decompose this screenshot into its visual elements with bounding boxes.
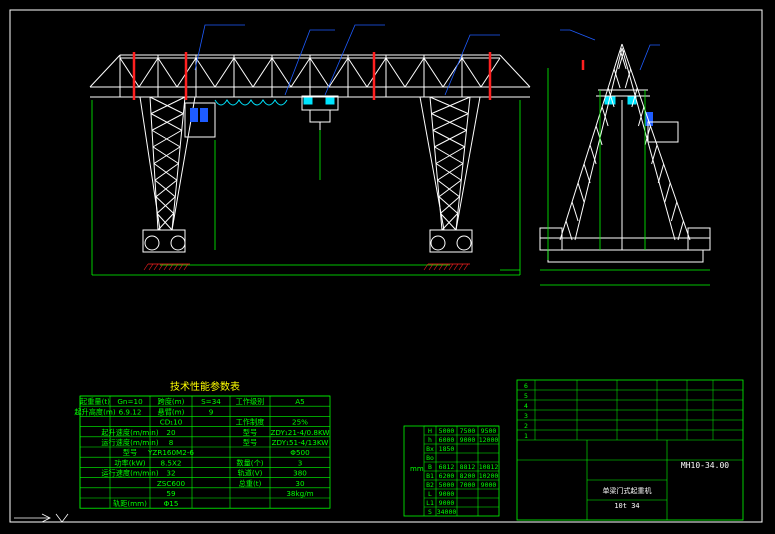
dimension-table: mmH 5000 7500 9500h 6000 9000 12000Bx 1850BoB 68… (403, 425, 500, 517)
spec-table-cell: 8 (169, 438, 174, 447)
parts-row-number: 4 (524, 402, 528, 410)
leader-lines (194, 24, 660, 96)
spec-table-cell: 59 (166, 489, 176, 498)
drawing-spec: 10t 34 (614, 502, 639, 510)
dim-table-cell: H (428, 427, 432, 435)
spec-table-cell: 6.9.12 (119, 407, 142, 416)
dim-table-cell: 8200 (460, 472, 476, 480)
dim-table-cell: h (428, 436, 432, 444)
spec-table-title: 技术性能参数表 (170, 380, 240, 393)
dim-table-cell: 10200 (479, 472, 499, 480)
spec-table-cell: 起升高度(m) (74, 407, 116, 416)
spec-table-cell: 工作制度 (236, 418, 265, 427)
dim-table-cell: 12000 (479, 436, 499, 444)
spec-table-cell: 25% (292, 418, 308, 427)
spec-table-cell: 38kg/m (286, 489, 313, 498)
spec-table-cell: 8.5X2 (161, 458, 182, 467)
dim-table-cell: 6812 (439, 463, 455, 471)
spec-table-cell: S=34 (201, 397, 221, 406)
side-elevation (539, 43, 711, 263)
dim-table-cell: Bo (426, 454, 434, 462)
title-block: 6 5 4 3 2 1 MH10-34.00 单梁门式起重机 10t 34 (516, 379, 744, 521)
dim-table-cell: 5000 (439, 481, 455, 489)
spec-table-cell: CD₁10 (160, 418, 183, 427)
dim-table-cell: 9000 (460, 436, 476, 444)
dim-table-cell: 9000 (439, 499, 455, 507)
dim-table-cell: 10812 (479, 463, 499, 471)
spec-table-cell: 悬臂(m) (158, 407, 185, 416)
spec-table-cell: A5 (295, 397, 305, 406)
dim-table-cell: Bx (426, 445, 434, 453)
dim-table-cell: 5000 (439, 427, 455, 435)
drawing-name: 单梁门式起重机 (603, 486, 652, 495)
dim-table-cell: 7000 (460, 481, 476, 489)
parts-row-number: 3 (524, 412, 528, 420)
dim-table-cell: 8812 (460, 463, 476, 471)
dim-table-cell: 1850 (439, 445, 455, 453)
spec-table-cell: 3 (298, 458, 303, 467)
ucs-marker (14, 513, 69, 523)
dim-table-cell: B (428, 463, 432, 471)
parts-row-number: 5 (524, 392, 528, 400)
spec-table-cell: YZR160M2-6 (147, 448, 194, 457)
spec-table-cell: 功率(kW) (114, 458, 145, 467)
spec-table-cell: Φ500 (290, 448, 310, 457)
parts-row-number: 6 (524, 382, 528, 390)
spec-table-cell: Gn=10 (117, 397, 143, 406)
spec-table-cell: 380 (293, 469, 307, 478)
spec-table-cell: 数量(个) (236, 458, 263, 467)
dim-table-cell: 7500 (460, 427, 476, 435)
side-dimensions (540, 68, 710, 286)
spec-table-cell: 轨道(V) (238, 469, 263, 478)
spec-table: 技术性能参数表起重量(t) Gn=10 跨度(m) S=34 工作级别 A5 起升高度(m)… (74, 380, 331, 509)
red-markers (132, 52, 585, 100)
spec-table-cell: 32 (166, 469, 175, 478)
spec-table-cell: Φ15 (164, 499, 179, 508)
spec-table-cell: 轨距(mm) (113, 499, 147, 508)
spec-table-cell: 总重(t) (239, 479, 262, 488)
parts-row-number: 2 (524, 422, 528, 430)
drawing-number: MH10-34.00 (681, 461, 729, 470)
dim-table-cell: 34000 (437, 508, 457, 516)
spec-table-cell: ZDY₁21-4/0.8KW (270, 428, 329, 437)
dim-table-unit: mm (410, 465, 424, 473)
dim-table-cell: S (428, 508, 432, 516)
spec-table-cell: 型号 (243, 428, 257, 437)
spec-table-cell: 30 (295, 479, 305, 488)
spec-table-cell: 起重量(t) (80, 397, 110, 406)
dim-table-cell: 9000 (439, 490, 455, 498)
dim-table-cell: L (428, 490, 432, 498)
spec-table-cell: 型号 (123, 448, 137, 457)
spec-table-cell: 跨度(m) (158, 397, 185, 406)
dim-table-cell: L1 (426, 499, 434, 507)
parts-row-number: 1 (524, 432, 528, 440)
spec-table-cell: 9 (209, 407, 214, 416)
dim-table-cell: B1 (426, 472, 434, 480)
cab-windows (190, 108, 653, 126)
dim-table-cell: 6000 (439, 436, 455, 444)
dim-table-cell: 9500 (481, 427, 497, 435)
spec-table-cell: 工作级别 (236, 397, 265, 406)
dim-table-cell: B2 (426, 481, 434, 489)
cad-drawing: 技术性能参数表起重量(t) Gn=10 跨度(m) S=34 工作级别 A5 起升高度(m)… (9, 9, 763, 523)
dim-table-cell: 9000 (481, 481, 497, 489)
spec-table-cell: 型号 (243, 438, 257, 447)
spec-table-cell: 20 (166, 428, 176, 437)
spec-table-cell: ZSC600 (157, 479, 186, 488)
dim-table-cell: 6200 (439, 472, 455, 480)
front-elevation (89, 54, 531, 253)
spec-table-cell: ZDY₁51-4/13KW (272, 438, 329, 447)
